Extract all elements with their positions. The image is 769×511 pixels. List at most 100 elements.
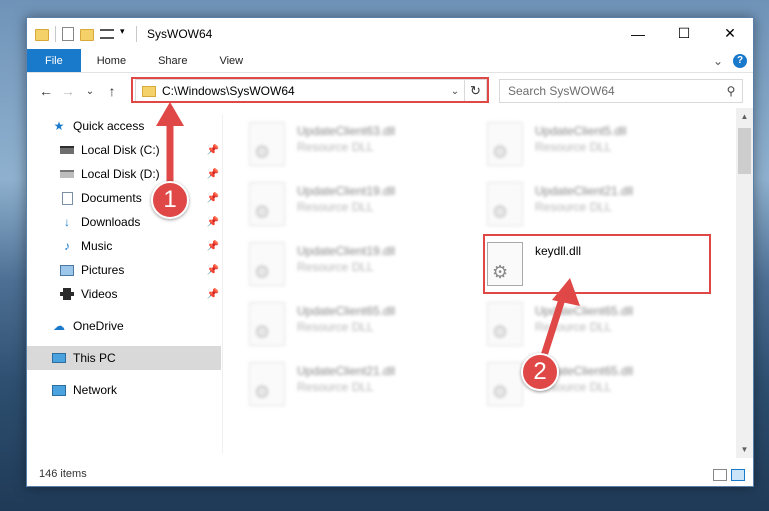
file-tile[interactable]: UpdateClient65.dllResource DLL bbox=[249, 298, 469, 354]
file-tile[interactable]: UpdateClient21.dll Resource DLL bbox=[249, 358, 469, 414]
ribbon-tabs: File Home Share View ⌄ ? bbox=[27, 49, 753, 73]
file-name: UpdateClient19.dll bbox=[297, 244, 396, 258]
file-type: Resource DLL bbox=[297, 380, 374, 394]
properties-icon[interactable] bbox=[62, 26, 74, 41]
sidebar-item-label: OneDrive bbox=[73, 319, 124, 333]
dll-file-icon bbox=[249, 242, 285, 286]
sidebar-item-this-pc[interactable]: This PC bbox=[27, 346, 221, 370]
item-count: 146 items bbox=[39, 468, 87, 480]
large-icons-view-icon[interactable] bbox=[731, 469, 745, 481]
scroll-up-icon[interactable]: ▲ bbox=[736, 108, 753, 125]
file-tile[interactable]: UpdateClient65.dll Resource DLL bbox=[487, 298, 707, 354]
file-name: UpdateClient19.dll bbox=[297, 184, 396, 198]
sidebar-item-network[interactable]: Network bbox=[27, 378, 221, 402]
sidebar-item-quick-access[interactable]: ★ Quick access bbox=[27, 114, 221, 138]
sidebar-item-pictures[interactable]: Pictures 📌 bbox=[27, 258, 221, 282]
minimize-button[interactable]: — bbox=[615, 18, 661, 49]
file-tile[interactable]: UpdateClient65.dllResource DLL bbox=[487, 358, 707, 414]
ribbon-help-area: ⌄ ? bbox=[713, 49, 753, 72]
sidebar-item-music[interactable]: ♪ Music 📌 bbox=[27, 234, 221, 258]
file-tile[interactable]: UpdateClient63.dll Resource DLL bbox=[249, 118, 469, 174]
music-icon: ♪ bbox=[64, 239, 70, 253]
sidebar-item-label: Local Disk (C:) bbox=[81, 143, 160, 157]
vertical-scrollbar[interactable]: ▲ ▼ bbox=[736, 108, 753, 458]
file-tile[interactable]: UpdateClient21.dll Resource DLL bbox=[487, 178, 707, 234]
sidebar-item-downloads[interactable]: ↓ Downloads 📌 bbox=[27, 210, 221, 234]
expand-ribbon-icon[interactable]: ⌄ bbox=[713, 54, 723, 68]
dll-file-icon bbox=[487, 302, 523, 346]
separator bbox=[55, 25, 56, 42]
back-button[interactable]: ← bbox=[35, 83, 57, 99]
sidebar-item-local-disk-d[interactable]: Local Disk (D:) 📌 bbox=[27, 162, 221, 186]
window-title: SysWOW64 bbox=[147, 26, 213, 41]
qat-dropdown-icon[interactable]: ▾ bbox=[120, 26, 130, 42]
sidebar-item-label: Network bbox=[73, 383, 118, 397]
sidebar-item-label: Local Disk (D:) bbox=[81, 167, 160, 181]
tab-file[interactable]: File bbox=[27, 49, 81, 72]
details-view-icon[interactable] bbox=[713, 469, 727, 481]
cloud-icon: ☁ bbox=[53, 319, 65, 333]
dll-file-icon bbox=[487, 182, 523, 226]
sidebar-item-label: Downloads bbox=[81, 215, 141, 229]
step-badge-1: 1 bbox=[151, 181, 189, 219]
file-tile[interactable]: UpdateClient19.dll Resource DLL bbox=[249, 178, 469, 234]
file-type: Resource DLL bbox=[297, 260, 374, 274]
maximize-button[interactable]: ☐ bbox=[661, 18, 707, 49]
search-input[interactable]: Search SysWOW64 bbox=[508, 84, 720, 98]
pin-icon[interactable]: 📌 bbox=[207, 265, 219, 276]
file-name: UpdateClient5.dll bbox=[535, 124, 627, 138]
sidebar-item-label: Pictures bbox=[81, 263, 125, 277]
file-tile[interactable]: UpdateClient19.dll Resource DLL bbox=[249, 238, 469, 294]
file-name: UpdateClient65.dll bbox=[535, 304, 634, 318]
file-type: Resource DLL bbox=[535, 320, 612, 334]
step-badge-2: 2 bbox=[521, 353, 559, 391]
network-icon bbox=[51, 383, 67, 397]
forward-button[interactable]: → bbox=[57, 83, 79, 99]
navigation-pane: ★ Quick access Local Disk (C:) 📌 Local D… bbox=[27, 114, 221, 454]
close-button[interactable]: ✕ bbox=[707, 18, 753, 49]
videos-icon bbox=[59, 287, 75, 301]
pin-icon[interactable]: 📌 bbox=[207, 169, 219, 180]
pin-icon[interactable]: 📌 bbox=[207, 193, 219, 204]
sidebar-item-videos[interactable]: Videos 📌 bbox=[27, 282, 221, 306]
tab-home[interactable]: Home bbox=[81, 49, 142, 72]
pictures-icon bbox=[59, 263, 75, 277]
sidebar-item-label: Documents bbox=[81, 191, 142, 205]
sidebar-item-local-disk-c[interactable]: Local Disk (C:) 📌 bbox=[27, 138, 221, 162]
address-bar-highlight bbox=[131, 77, 489, 103]
pin-icon[interactable]: 📌 bbox=[207, 145, 219, 156]
title-bar: ▾ SysWOW64 — ☐ ✕ bbox=[27, 18, 753, 49]
file-name: UpdateClient63.dll bbox=[297, 124, 396, 138]
view-switcher bbox=[713, 469, 745, 481]
scroll-thumb[interactable] bbox=[738, 128, 751, 174]
drive-icon bbox=[59, 167, 75, 181]
sidebar-item-label: Videos bbox=[81, 287, 118, 301]
tab-view[interactable]: View bbox=[203, 49, 259, 72]
pin-icon[interactable]: 📌 bbox=[207, 289, 219, 300]
search-icon[interactable]: ⚲ bbox=[720, 84, 742, 98]
tab-share[interactable]: Share bbox=[142, 49, 203, 72]
scroll-down-icon[interactable]: ▼ bbox=[736, 441, 753, 458]
up-button[interactable]: ↑ bbox=[101, 83, 123, 99]
file-tile[interactable]: UpdateClient5.dll Resource DLL bbox=[487, 118, 707, 174]
dll-file-icon bbox=[249, 362, 285, 406]
pin-icon[interactable]: 📌 bbox=[207, 241, 219, 252]
documents-icon bbox=[59, 191, 75, 205]
sidebar-item-onedrive[interactable]: ☁ OneDrive bbox=[27, 314, 221, 338]
sidebar-item-documents[interactable]: Documents 📌 bbox=[27, 186, 221, 210]
customize-toolbar-icon[interactable] bbox=[100, 28, 114, 39]
folder-icon bbox=[35, 28, 49, 41]
file-type: Resource DLL bbox=[297, 200, 374, 214]
dll-file-icon bbox=[249, 122, 285, 166]
search-box[interactable]: Search SysWOW64 ⚲ bbox=[499, 79, 743, 103]
file-name: UpdateClient21.dll bbox=[535, 184, 634, 198]
recent-locations-button[interactable]: ⌄ bbox=[79, 86, 101, 97]
file-type: Resource DLL bbox=[297, 320, 374, 334]
pin-icon[interactable]: 📌 bbox=[207, 217, 219, 228]
new-folder-icon[interactable] bbox=[80, 28, 94, 41]
star-icon: ★ bbox=[53, 119, 65, 133]
sidebar-item-label: This PC bbox=[73, 351, 116, 365]
help-icon[interactable]: ? bbox=[733, 53, 747, 68]
